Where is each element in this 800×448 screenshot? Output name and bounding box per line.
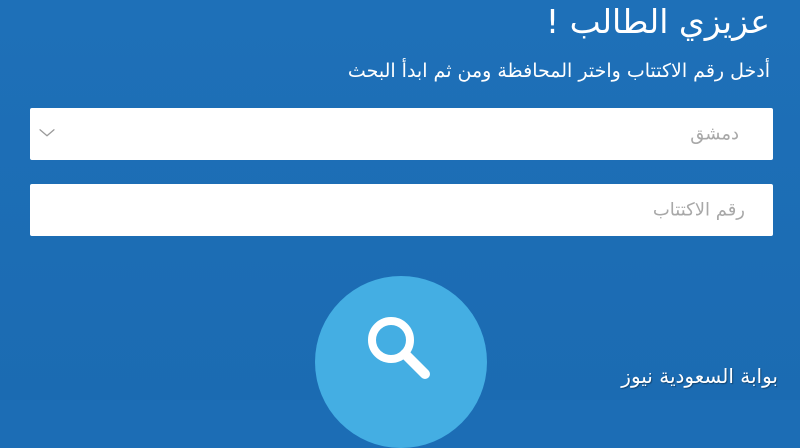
search-button[interactable] [315,276,487,448]
governorate-select[interactable]: دمشق [30,108,773,160]
search-screen: عزيزي الطالب ! أدخل رقم الاكتتاب واختر ا… [0,0,800,448]
exam-number-input[interactable]: رقم الاكتتاب [30,184,773,236]
governorate-selected-value: دمشق [690,123,739,145]
exam-number-placeholder: رقم الاكتتاب [652,199,745,221]
instruction-text: أدخل رقم الاكتتاب واختر المحافظة ومن ثم … [347,60,770,82]
greeting-title: عزيزي الطالب ! [545,2,770,41]
search-icon [368,317,430,379]
watermark-text: بوابة السعودية نيوز [621,364,778,388]
chevron-down-icon[interactable] [38,127,56,139]
